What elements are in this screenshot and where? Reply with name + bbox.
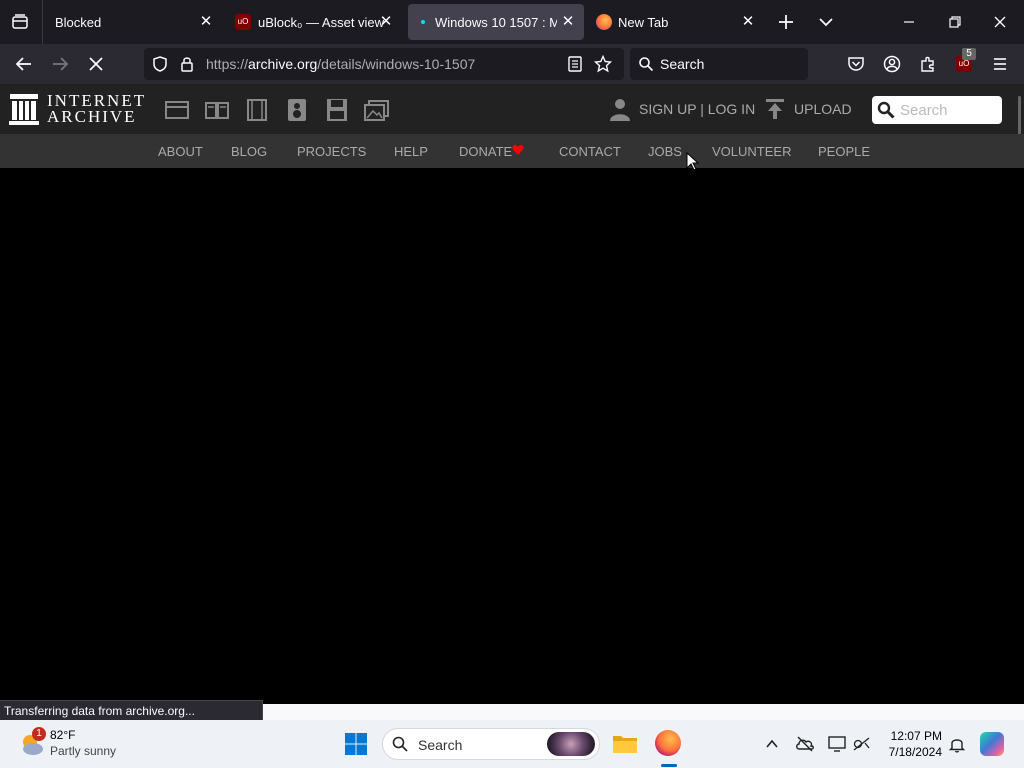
- search-icon: [638, 56, 654, 72]
- search-icon: [392, 736, 408, 752]
- ublock-extension-icon[interactable]: uO 5: [954, 48, 976, 74]
- clock-date: 7/18/2024: [888, 745, 942, 759]
- display-icon[interactable]: [827, 735, 847, 753]
- signup-login-link[interactable]: SIGN UP | LOG IN: [639, 101, 755, 117]
- logo-line-2: ARCHIVE: [47, 107, 137, 126]
- web-icon[interactable]: [164, 98, 190, 122]
- puzzle-icon[interactable]: [918, 54, 938, 74]
- page-bottom-strip: [263, 704, 1024, 720]
- images-icon[interactable]: [364, 98, 390, 122]
- close-icon[interactable]: ✕: [740, 14, 756, 30]
- audio-speaker-icon[interactable]: [284, 98, 310, 122]
- back-arrow-icon[interactable]: [14, 54, 34, 74]
- chevron-down-icon[interactable]: [816, 12, 836, 32]
- forward-arrow-icon[interactable]: [50, 54, 70, 74]
- close-icon[interactable]: ✕: [198, 14, 214, 30]
- ublock-icon: uO: [235, 14, 251, 30]
- search-placeholder: Search: [660, 56, 705, 72]
- firefox-taskbar-icon[interactable]: [655, 730, 683, 767]
- nav-projects[interactable]: PROJECTS: [297, 144, 366, 159]
- tracking-shield-icon[interactable]: [151, 55, 169, 73]
- loading-dot-icon: [421, 20, 425, 24]
- weather-desc: Partly sunny: [50, 744, 117, 758]
- extension-badge: 5: [962, 48, 976, 60]
- search-highlight-image: [547, 732, 595, 756]
- archive-building-icon: [9, 93, 39, 125]
- restore-icon[interactable]: [945, 12, 965, 32]
- tab-blocked[interactable]: Blocked ✕: [44, 0, 220, 44]
- upload-link[interactable]: UPLOAD: [794, 101, 852, 117]
- software-floppy-icon[interactable]: [324, 98, 350, 122]
- tab-new-tab[interactable]: New Tab ✕: [592, 0, 762, 44]
- clock-time: 12:07 PM: [890, 729, 942, 743]
- reader-view-icon[interactable]: [566, 55, 584, 73]
- minimize-icon[interactable]: [899, 12, 919, 32]
- mouse-cursor-icon: [686, 152, 700, 172]
- tab-strip: Blocked ✕ uO uBlock₀ — Asset viewer ✕ Wi…: [0, 0, 1024, 44]
- lock-icon[interactable]: [178, 55, 196, 73]
- ia-search-placeholder: Search: [900, 102, 948, 119]
- stop-icon[interactable]: [86, 54, 106, 74]
- tab-ublock[interactable]: uO uBlock₀ — Asset viewer ✕: [228, 0, 400, 44]
- ia-logo[interactable]: INTERNET ARCHIVE: [0, 84, 150, 134]
- close-icon[interactable]: ✕: [560, 14, 576, 30]
- page-content-area: [0, 168, 1024, 720]
- texts-book-icon[interactable]: [204, 98, 230, 122]
- weather-temp: 82°F: [50, 728, 76, 742]
- notification-bell-icon[interactable]: [948, 735, 966, 753]
- url-bar[interactable]: https://archive.org/details/windows-10-1…: [144, 48, 624, 80]
- ia-nav-bar: ABOUT BLOG PROJECTS HELP DONATE CONTACT …: [0, 134, 1024, 168]
- tab-list-icon[interactable]: [10, 12, 30, 32]
- nav-blog[interactable]: BLOG: [231, 144, 267, 159]
- weather-sun-cloud-icon: 1: [18, 727, 46, 758]
- tab-windows-10[interactable]: Windows 10 1507 : Mic ✕: [408, 4, 584, 40]
- windows-start-icon[interactable]: [344, 732, 368, 756]
- taskbar-search[interactable]: Search: [382, 728, 600, 760]
- tab-title: Windows 10 1507 : Mic: [435, 14, 557, 30]
- weather-badge: 1: [32, 727, 46, 741]
- url-host: archive.org: [248, 56, 318, 72]
- chevron-up-icon[interactable]: [764, 736, 780, 752]
- weather-widget[interactable]: 1 82°F Partly sunny: [14, 726, 134, 762]
- new-tab-plus-icon[interactable]: [776, 12, 796, 32]
- tab-title: New Tab: [618, 14, 669, 30]
- upload-arrow-icon[interactable]: [764, 98, 786, 120]
- heart-icon: [512, 144, 524, 156]
- nav-people[interactable]: PEOPLE: [818, 144, 870, 159]
- search-icon: [877, 101, 895, 119]
- pocket-icon[interactable]: [846, 54, 866, 74]
- status-text: Transferring data from archive.org...: [0, 700, 263, 720]
- tab-title: Blocked: [55, 14, 102, 30]
- video-film-icon[interactable]: [244, 98, 270, 122]
- onedrive-offline-icon[interactable]: [795, 735, 815, 753]
- nav-contact[interactable]: CONTACT: [559, 144, 621, 159]
- ia-search-input[interactable]: Search: [872, 96, 1002, 124]
- ia-logo-text: INTERNET ARCHIVE: [47, 92, 146, 126]
- nav-about[interactable]: ABOUT: [158, 144, 203, 159]
- nav-jobs[interactable]: JOBS: [648, 144, 682, 159]
- url-text[interactable]: https://archive.org/details/windows-10-1…: [206, 56, 475, 72]
- copilot-icon[interactable]: [980, 732, 1004, 756]
- ia-top-header: INTERNET ARCHIVE SIGN UP | LOG IN UPLOAD…: [0, 84, 1024, 134]
- navigation-toolbar: https://archive.org/details/windows-10-1…: [0, 44, 1024, 84]
- system-clock[interactable]: 12:07 PM 7/18/2024: [880, 728, 942, 760]
- tab-title: uBlock₀ — Asset viewer: [258, 14, 384, 30]
- windows-taskbar: 1 82°F Partly sunny Search 12:07 PM 7/18…: [0, 720, 1024, 768]
- window-close-icon[interactable]: [990, 12, 1010, 32]
- file-explorer-icon[interactable]: [612, 732, 638, 756]
- star-icon[interactable]: [594, 55, 612, 73]
- url-path: /details/windows-10-1507: [317, 56, 476, 72]
- user-icon[interactable]: [608, 97, 632, 121]
- account-icon[interactable]: [882, 54, 902, 74]
- firefox-icon: [596, 14, 612, 30]
- browser-search-bar[interactable]: Search: [630, 48, 808, 80]
- taskbar-search-placeholder: Search: [418, 737, 463, 753]
- nav-help[interactable]: HELP: [394, 144, 428, 159]
- nav-volunteer[interactable]: VOLUNTEER: [712, 144, 791, 159]
- hamburger-menu-icon[interactable]: [990, 54, 1010, 74]
- url-prefix: https://: [206, 56, 249, 72]
- network-volume-icon[interactable]: [852, 735, 872, 753]
- close-icon[interactable]: ✕: [378, 14, 394, 30]
- nav-donate[interactable]: DONATE: [459, 144, 512, 159]
